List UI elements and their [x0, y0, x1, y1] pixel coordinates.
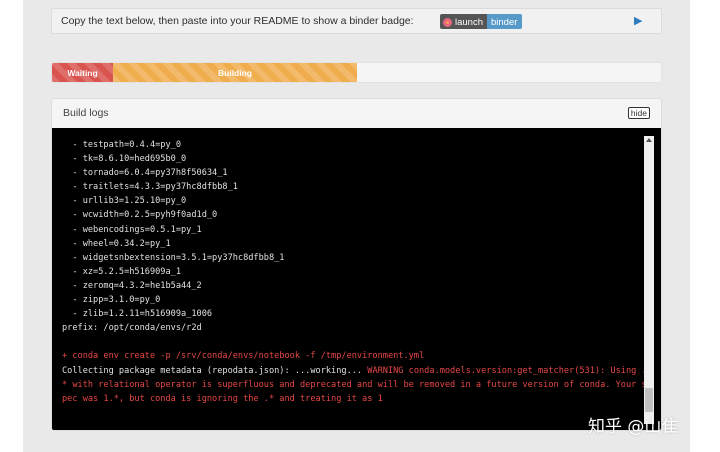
log-line: - wheel=0.34.2=py_1: [62, 237, 644, 251]
log-line: - urllib3=1.25.10=py_0: [62, 194, 644, 208]
log-warning-text: WARNING conda.models.version:get_matcher…: [367, 365, 647, 376]
log-line-text: - testpath=0.4.4=py_0: [62, 140, 181, 150]
log-lines: - testpath=0.4.4=py_0 - tk=8.6.10=hed695…: [62, 138, 647, 406]
build-progress-bar: Waiting Building: [51, 62, 662, 83]
log-line-text: + conda env create -p /srv/conda/envs/no…: [62, 351, 425, 362]
badge-launch-label: launch: [455, 16, 483, 28]
log-line: - widgetsnbextension=3.5.1=py37hc8dfbb8_…: [62, 251, 644, 265]
build-logs-header: Build logs hide: [52, 99, 661, 128]
log-line: - zeromq=4.3.2=he1b5a44_2: [62, 279, 644, 293]
scroll-up-arrow-icon[interactable]: [646, 138, 652, 142]
progress-waiting-segment: Waiting: [52, 63, 113, 82]
log-line: - traitlets=4.3.3=py37hc8dfbb8_1: [62, 180, 644, 194]
badge-binder-section: binder: [487, 14, 523, 29]
log-line: - zipp=3.1.0=py_0: [62, 293, 644, 307]
log-line: - testpath=0.4.4=py_0: [62, 138, 644, 152]
log-line-text: * with relational operator is superfluou…: [62, 379, 647, 390]
progress-building-label: Building: [218, 67, 252, 78]
log-line-text: - urllib3=1.25.10=py_0: [62, 196, 187, 207]
log-line: - xz=5.2.5=h516909a_1: [62, 265, 644, 279]
log-line: prefix: /opt/conda/envs/r2d: [62, 321, 644, 335]
badge-bar[interactable]: Copy the text below, then paste into you…: [51, 8, 662, 34]
hide-logs-button[interactable]: hide: [627, 107, 650, 119]
log-line-text: Collecting package metadata (repodata.js…: [62, 365, 368, 376]
terminal-scrollbar[interactable]: [644, 136, 654, 424]
log-line-text: - traitlets=4.3.3=py37hc8dfbb8_1: [62, 182, 238, 193]
log-line: - tornado=6.0.4=py37h8f50634_1: [62, 166, 644, 180]
binder-badge: launch binder: [440, 14, 523, 29]
log-line-text: - webencodings=0.5.1=py_1: [62, 224, 202, 235]
badge-launch-section: launch: [440, 14, 487, 29]
build-logs-title: Build logs: [63, 107, 109, 119]
log-line: Collecting package metadata (repodata.js…: [62, 364, 647, 378]
log-line-text: - xz=5.2.5=h516909a_1: [62, 266, 181, 277]
scrollbar-thumb[interactable]: [645, 388, 653, 412]
log-terminal[interactable]: - testpath=0.4.4=py_0 - tk=8.6.10=hed695…: [52, 128, 661, 430]
log-line-text: - tk=8.6.10=hed695b0_0: [62, 154, 187, 165]
log-line-text: - zeromq=4.3.2=he1b5a44_2: [62, 280, 202, 291]
progress-building-segment: Building: [113, 63, 357, 82]
watermark: 知乎 @山隹: [588, 417, 679, 437]
log-line: - wcwidth=0.2.5=pyh9f0ad1d_0: [62, 208, 644, 222]
log-line: - zlib=1.2.11=h516909a_1006: [62, 307, 644, 321]
log-line-text: pec was 1.*, but conda is ignoring the .…: [62, 393, 383, 404]
log-line-text: prefix: /opt/conda/envs/r2d: [62, 323, 202, 334]
progress-waiting-label: Waiting: [67, 67, 98, 78]
log-line: - webencodings=0.5.1=py_1: [62, 223, 644, 237]
log-line-text: - tornado=6.0.4=py37h8f50634_1: [62, 168, 228, 179]
log-line: * with relational operator is superfluou…: [62, 378, 647, 392]
log-line: pec was 1.*, but conda is ignoring the .…: [62, 392, 644, 406]
build-logs-panel: Build logs hide - testpath=0.4.4=py_0 - …: [51, 98, 662, 431]
log-line: + conda env create -p /srv/conda/envs/no…: [62, 349, 644, 363]
log-line-text: - wcwidth=0.2.5=pyh9f0ad1d_0: [62, 210, 218, 221]
log-line-text: - zlib=1.2.11=h516909a_1006: [62, 309, 213, 320]
log-line-text: - zipp=3.1.0=py_0: [62, 295, 161, 306]
binder-logo-icon: [443, 17, 452, 27]
log-line-text: - widgetsnbextension=3.5.1=py37hc8dfbb8_…: [62, 252, 285, 263]
log-line-text: - wheel=0.34.2=py_1: [62, 238, 171, 249]
log-line: - tk=8.6.10=hed695b0_0: [62, 152, 644, 166]
badge-binder-label: binder: [491, 16, 518, 28]
badge-instructions: Copy the text below, then paste into you…: [61, 15, 414, 27]
triangle-right-icon[interactable]: ▶: [634, 14, 642, 27]
